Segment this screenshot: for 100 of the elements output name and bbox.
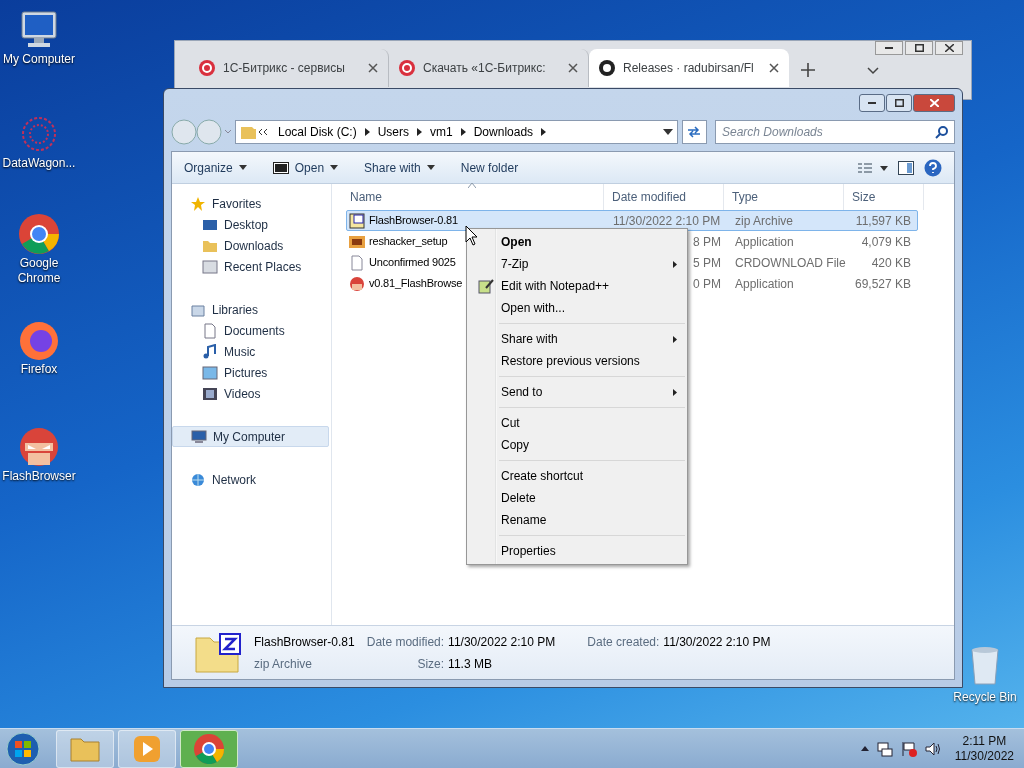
nav-item[interactable]: Network xyxy=(172,469,329,490)
menu-item[interactable]: Send to xyxy=(467,381,687,403)
preview-pane-icon xyxy=(898,160,914,175)
menu-item[interactable]: Copy xyxy=(467,434,687,456)
menu-item[interactable]: Share with xyxy=(467,328,687,350)
size-cell-text: 4,079 KB xyxy=(861,233,911,251)
nav-item[interactable]: Downloads xyxy=(172,235,329,256)
size-cell-text: 11,597 KB xyxy=(855,212,911,230)
refresh-icon xyxy=(686,125,703,139)
bitrix-icon xyxy=(399,60,415,76)
nav-item[interactable]: Libraries xyxy=(172,299,329,320)
film-icon xyxy=(202,385,218,402)
zip-folder-icon xyxy=(194,631,242,674)
details-label: Date created: xyxy=(587,634,660,651)
breadcrumb-item[interactable]: Users xyxy=(377,123,410,141)
desktop-icon-label[interactable]: Firefox xyxy=(0,362,78,377)
nav-item[interactable]: Documents xyxy=(172,320,329,341)
close-icon xyxy=(769,63,779,73)
toolbar-button[interactable]: Open xyxy=(272,158,339,177)
details-label: Date modified: xyxy=(366,633,445,651)
file-row[interactable]: FlashBrowser-0.81 11/30/2022 2:10 PM zip Archive 11,597 KB xyxy=(346,210,918,231)
desktop-icon-label[interactable]: FlashBrowser xyxy=(0,469,78,484)
desktop-icon-label[interactable]: My Computer xyxy=(0,52,78,67)
blank-file-icon xyxy=(349,254,365,271)
minimize-icon xyxy=(868,102,876,104)
nav-item[interactable]: Pictures xyxy=(172,362,329,383)
recent-places-icon xyxy=(202,258,218,275)
type-cell: Application xyxy=(735,276,794,291)
address-bar[interactable]: Local Disk (C:) Users vm1 Downloads xyxy=(235,120,678,144)
taskbar-button[interactable] xyxy=(180,729,238,768)
toolbar-button[interactable]: Share with xyxy=(364,158,435,177)
windows-logo-icon xyxy=(6,731,40,766)
menu-item[interactable]: 7-Zip xyxy=(467,253,687,275)
archive-icon xyxy=(272,161,289,174)
menu-item[interactable]: Delete xyxy=(467,487,687,509)
help-icon xyxy=(924,158,942,177)
type-cell: Application xyxy=(735,234,794,249)
menu-item[interactable]: Create shortcut xyxy=(467,465,687,487)
search-icon xyxy=(935,125,949,139)
dropdown-icon xyxy=(662,129,673,135)
minimize-button[interactable] xyxy=(859,94,885,112)
breadcrumb-item[interactable]: Local Disk (C:) xyxy=(278,123,357,141)
menu-item[interactable]: Rename xyxy=(467,509,687,531)
menu-item[interactable]: Properties xyxy=(467,540,687,562)
notepad-icon xyxy=(478,278,494,294)
date-cell-text: 0 PM xyxy=(693,275,721,293)
minimize-icon xyxy=(885,47,893,49)
plus-icon xyxy=(801,63,815,77)
details-file-type: zip Archive xyxy=(254,655,314,673)
picture-icon xyxy=(202,364,218,381)
chevron-down-icon xyxy=(867,67,879,75)
maximize-icon xyxy=(914,44,924,52)
toolbar-button[interactable]: New folder xyxy=(460,158,519,177)
breadcrumb-item[interactable]: vm1 xyxy=(430,123,453,141)
menu-item[interactable]: Open with... xyxy=(467,297,687,319)
browser-tab[interactable]: 1С-Битрикс - сервисы xyxy=(189,49,389,87)
close-button[interactable] xyxy=(913,94,955,112)
close-button[interactable] xyxy=(935,41,963,55)
chrome-icon xyxy=(193,732,225,765)
chevron-right-icon xyxy=(460,128,466,136)
menu-item[interactable]: Restore previous versions xyxy=(467,350,687,372)
mouse-cursor-icon xyxy=(465,225,479,247)
nav-item[interactable]: Recent Places xyxy=(172,256,329,277)
chevron-right-icon xyxy=(364,128,370,136)
show-hidden-icons-icon xyxy=(860,746,869,751)
date-cell-text: 11/30/2022 2:10 PM xyxy=(613,212,721,230)
clock-time[interactable]: 2:11 PM xyxy=(962,733,1007,749)
breadcrumb-item[interactable]: Downloads xyxy=(473,123,534,141)
refresh-button[interactable] xyxy=(681,120,707,144)
maximize-button[interactable] xyxy=(886,94,912,112)
speaker-icon xyxy=(924,740,941,757)
file-name[interactable]: FlashBrowser-0.81 xyxy=(369,212,458,229)
menu-item[interactable]: Cut xyxy=(467,412,687,434)
nav-item[interactable]: Music xyxy=(172,341,329,362)
nav-item[interactable]: My Computer xyxy=(172,426,329,447)
nav-item[interactable]: Desktop xyxy=(172,214,329,235)
clock-date[interactable]: 11/30/2022 xyxy=(954,748,1014,764)
date-cell-text: 8 PM xyxy=(693,233,721,251)
file-name[interactable]: Unconfirmed 9025 xyxy=(369,254,456,271)
desktop-icon-label[interactable]: Google Chrome xyxy=(0,256,78,286)
file-name[interactable]: v0.81_FlashBrowse xyxy=(369,275,463,292)
maximize-button[interactable] xyxy=(905,41,933,55)
desktop-icon-label[interactable]: DataWagon... xyxy=(0,156,78,171)
date-cell-text: 5 PM xyxy=(693,254,721,272)
flag-icon xyxy=(900,740,917,757)
minimize-button[interactable] xyxy=(875,41,903,55)
close-icon xyxy=(368,63,378,73)
browser-tab[interactable]: Скачать «1С-Битрикс: xyxy=(389,49,589,87)
browser-tab[interactable]: Releases · radubirsan/Fl xyxy=(589,49,789,87)
search-field[interactable]: Search Downloads xyxy=(715,120,955,144)
chevron-right-icon xyxy=(541,128,547,136)
nav-item[interactable]: Videos xyxy=(172,383,329,404)
music-note-icon xyxy=(202,343,218,360)
star-icon xyxy=(190,195,206,212)
toolbar-button[interactable]: Organize xyxy=(184,158,247,177)
file-name[interactable]: reshacker_setup xyxy=(369,233,448,250)
menu-item[interactable]: Edit with Notepad++ xyxy=(467,275,687,297)
nav-item[interactable]: Favorites xyxy=(172,193,329,214)
chevron-right-icon xyxy=(417,128,423,136)
size-cell-text: 69,527 KB xyxy=(854,275,911,293)
